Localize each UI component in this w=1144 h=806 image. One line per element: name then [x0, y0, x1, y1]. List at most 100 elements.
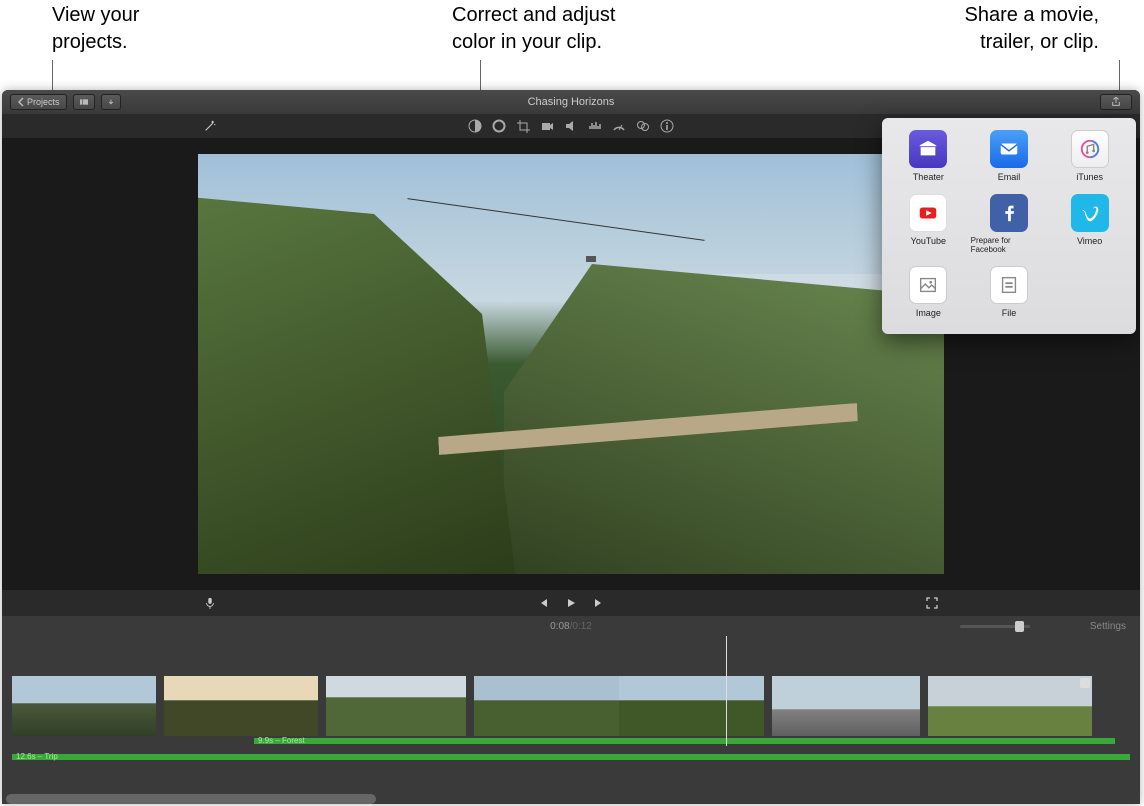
playhead[interactable]	[726, 636, 727, 746]
timeline-clip[interactable]	[772, 676, 920, 736]
play-button[interactable]	[563, 595, 579, 611]
enhance-button[interactable]	[202, 118, 218, 134]
info-button[interactable]	[659, 118, 675, 134]
share-label: iTunes	[1076, 172, 1103, 182]
volume-button[interactable]	[563, 118, 579, 134]
audio-track[interactable]	[254, 738, 1115, 744]
titlebar-right-group	[1100, 94, 1132, 110]
speaker-icon	[564, 119, 578, 133]
color-balance-icon	[468, 119, 482, 133]
current-time: 0:08	[550, 621, 569, 632]
share-popover: Theater Email iTunes YouTube Prepare for…	[882, 118, 1136, 334]
audio-track[interactable]	[12, 754, 1130, 760]
fullscreen-button[interactable]	[924, 595, 940, 611]
share-facebook[interactable]: Prepare for Facebook	[971, 194, 1048, 254]
share-youtube[interactable]: YouTube	[890, 194, 967, 254]
preview-cable	[407, 198, 704, 241]
timeline[interactable]: 9.9s – Forest 12.6s – Trip	[2, 636, 1140, 804]
magic-wand-icon	[203, 119, 217, 133]
share-file[interactable]: File	[971, 266, 1048, 318]
next-button[interactable]	[591, 595, 607, 611]
callout-text: View your	[52, 2, 139, 29]
microphone-icon	[204, 597, 216, 609]
imovie-window: Projects Chasing Horizons	[2, 90, 1140, 804]
share-grid: Theater Email iTunes YouTube Prepare for…	[890, 130, 1128, 318]
preview-mountain	[198, 194, 518, 574]
clip-strip	[12, 676, 1130, 736]
import-button[interactable]	[101, 94, 121, 110]
share-label: File	[1002, 308, 1017, 318]
callout-line	[1119, 60, 1120, 94]
expand-icon	[926, 597, 938, 609]
chevron-left-icon	[17, 97, 27, 107]
timeline-clip[interactable]	[474, 676, 764, 736]
info-icon	[660, 119, 674, 133]
stabilization-button[interactable]	[539, 118, 555, 134]
vimeo-icon	[1071, 194, 1109, 232]
share-image[interactable]: Image	[890, 266, 967, 318]
library-icon	[80, 97, 88, 107]
settings-button[interactable]: Settings	[1090, 621, 1126, 632]
filter-icon	[636, 119, 650, 133]
callout-color: Correct and adjust color in your clip.	[452, 2, 615, 56]
titlebar-left-group: Projects	[10, 94, 121, 110]
share-label: Image	[916, 308, 941, 318]
titlebar: Projects Chasing Horizons	[2, 90, 1140, 114]
timeline-clip[interactable]	[928, 676, 1092, 736]
timeline-clip[interactable]	[12, 676, 156, 736]
share-label: Prepare for Facebook	[971, 236, 1048, 254]
callout-projects: View your projects.	[52, 2, 139, 56]
download-arrow-icon	[108, 97, 114, 107]
audio-track-label: 12.6s – Trip	[16, 752, 58, 761]
annotation-callouts: View your projects. Correct and adjust c…	[0, 0, 1144, 90]
skip-forward-icon	[593, 597, 605, 609]
color-balance-button[interactable]	[467, 118, 483, 134]
callout-line	[52, 60, 53, 94]
projects-button[interactable]: Projects	[10, 94, 67, 110]
crop-button[interactable]	[515, 118, 531, 134]
speed-button[interactable]	[611, 118, 627, 134]
equalizer-icon	[588, 119, 602, 133]
crop-icon	[516, 119, 530, 133]
timeline-clip[interactable]	[164, 676, 318, 736]
file-icon	[990, 266, 1028, 304]
share-button[interactable]	[1100, 94, 1132, 110]
skip-back-icon	[537, 597, 549, 609]
play-icon	[565, 597, 577, 609]
color-correction-button[interactable]	[491, 118, 507, 134]
theater-icon	[909, 130, 947, 168]
clip-filter-button[interactable]	[635, 118, 651, 134]
callout-text: Share a movie,	[964, 2, 1099, 29]
adjust-tools-group	[467, 118, 675, 134]
share-label: YouTube	[911, 236, 946, 246]
clip-end-marker	[1080, 678, 1090, 688]
zoom-slider[interactable]	[960, 623, 1030, 629]
media-library-button[interactable]	[73, 94, 95, 110]
callout-text: projects.	[52, 29, 139, 56]
share-theater[interactable]: Theater	[890, 130, 967, 182]
color-wheel-icon	[492, 119, 506, 133]
callout-text: Correct and adjust	[452, 2, 615, 29]
youtube-icon	[909, 194, 947, 232]
camera-icon	[540, 119, 554, 133]
prev-button[interactable]	[535, 595, 551, 611]
zoom-track	[960, 625, 1030, 628]
share-label: Vimeo	[1077, 236, 1102, 246]
email-icon	[990, 130, 1028, 168]
callout-share: Share a movie, trailer, or clip.	[964, 2, 1099, 56]
share-email[interactable]: Email	[971, 130, 1048, 182]
preview-cablecar	[586, 256, 596, 262]
playback-controls	[2, 590, 1140, 616]
timeline-scrollbar[interactable]	[6, 794, 376, 804]
image-icon	[909, 266, 947, 304]
zoom-knob[interactable]	[1015, 621, 1024, 632]
share-vimeo[interactable]: Vimeo	[1051, 194, 1128, 254]
share-itunes[interactable]: iTunes	[1051, 130, 1128, 182]
voiceover-button[interactable]	[202, 595, 218, 611]
facebook-icon	[990, 194, 1028, 232]
callout-text: color in your clip.	[452, 29, 615, 56]
preview-frame[interactable]	[198, 154, 944, 574]
timeline-clip[interactable]	[326, 676, 466, 736]
callout-text: trailer, or clip.	[964, 29, 1099, 56]
noise-reduction-button[interactable]	[587, 118, 603, 134]
